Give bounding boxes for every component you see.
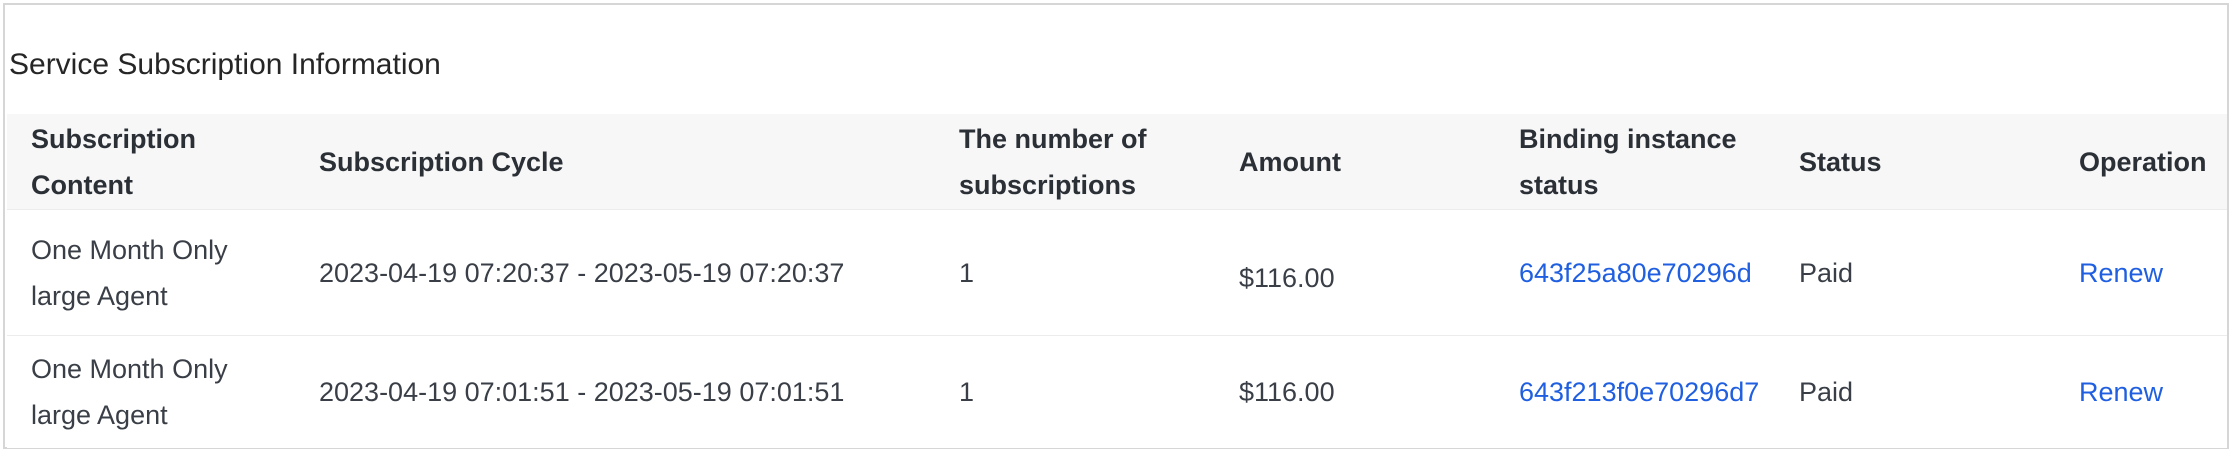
- table-row: One Month Only large Agent 2023-04-19 07…: [7, 210, 2227, 336]
- binding-instance-cell: 643f25a80e70296d: [1519, 210, 1781, 335]
- subscription-table: Subscription Content Subscription Cycle …: [7, 114, 2227, 448]
- column-header-subscription-cycle: Subscription Cycle: [319, 146, 564, 177]
- column-header-operation: Operation: [2079, 146, 2207, 177]
- operation-cell: Renew: [2079, 210, 2227, 335]
- subscription-content-cell: One Month Only large Agent: [31, 354, 228, 430]
- binding-instance-cell: 643f213f0e70296d7: [1519, 336, 1781, 448]
- amount-cell: $116.00: [1239, 377, 1335, 407]
- column-header-amount: Amount: [1239, 146, 1341, 177]
- amount-cell: $116.00: [1239, 262, 1335, 293]
- column-header-status: Status: [1799, 146, 1882, 177]
- renew-link[interactable]: Renew: [2079, 369, 2163, 415]
- binding-instance-link[interactable]: 643f213f0e70296d7: [1519, 369, 1759, 415]
- subscription-panel: Service Subscription Information Subscri…: [3, 3, 2229, 449]
- binding-instance-link[interactable]: 643f25a80e70296d: [1519, 250, 1752, 296]
- table-row: One Month Only large Agent 2023-04-19 07…: [7, 336, 2227, 448]
- subscription-content-cell: One Month Only large Agent: [31, 234, 228, 311]
- status-cell: Paid: [1799, 257, 1854, 288]
- section-title: Service Subscription Information: [9, 48, 441, 81]
- operation-cell: Renew: [2079, 336, 2227, 448]
- status-cell: Paid: [1799, 377, 1854, 407]
- subscription-cycle-cell: 2023-04-19 07:20:37 - 2023-05-19 07:20:3…: [319, 257, 845, 288]
- column-header-number-of-subscriptions: The number of subscriptions: [959, 123, 1147, 200]
- subscription-count-cell: 1: [959, 377, 975, 407]
- column-header-subscription-content: Subscription Content: [31, 123, 197, 200]
- renew-link[interactable]: Renew: [2079, 250, 2163, 296]
- subscription-cycle-cell: 2023-04-19 07:01:51 - 2023-05-19 07:01:5…: [319, 377, 845, 407]
- table-header-row: Subscription Content Subscription Cycle …: [7, 114, 2227, 210]
- column-header-binding-instance-status: Binding instance status: [1519, 123, 1737, 200]
- subscription-count-cell: 1: [959, 257, 975, 288]
